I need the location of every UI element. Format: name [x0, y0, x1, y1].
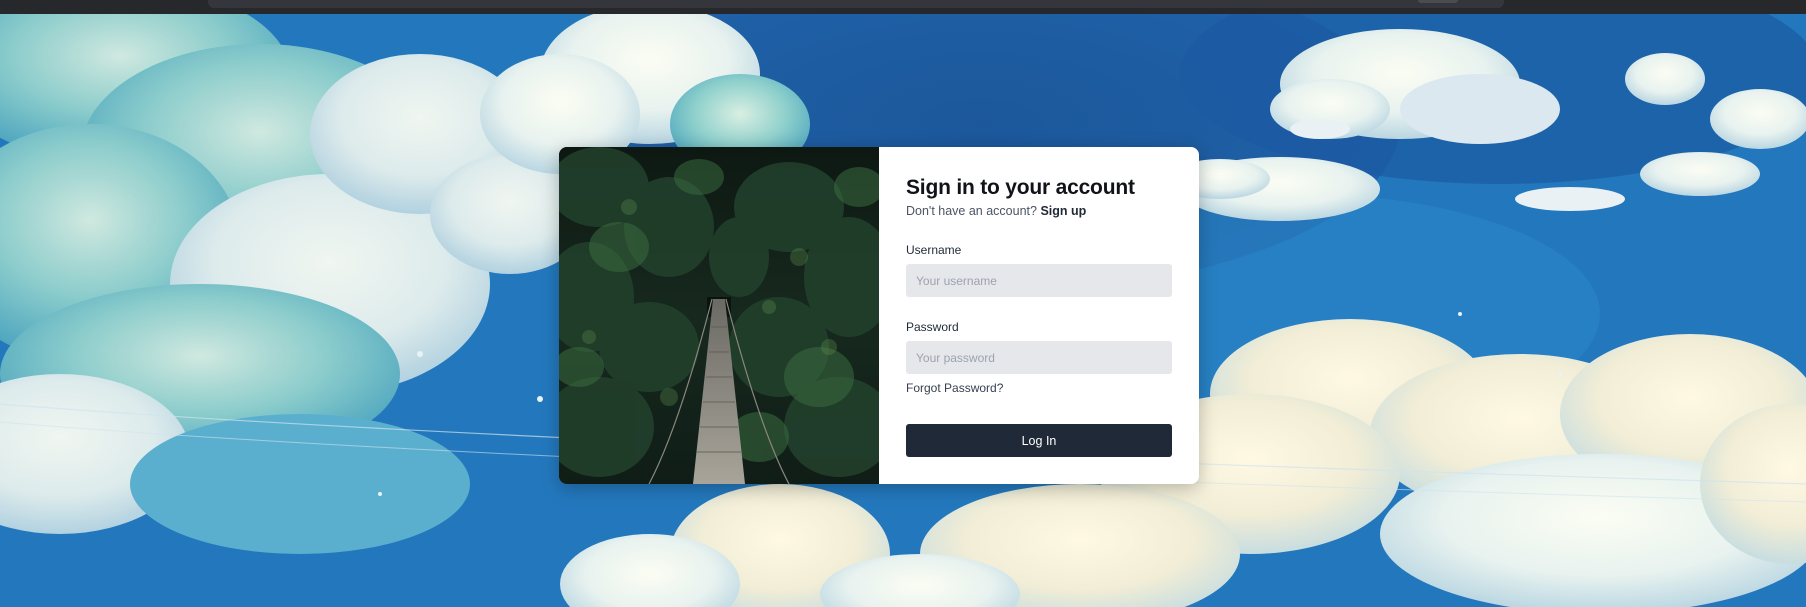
signup-prompt: Don't have an account? Sign up [906, 204, 1086, 218]
browser-tab-indicator [1418, 0, 1458, 3]
login-button[interactable]: Log In [906, 424, 1172, 457]
signup-prompt-text: Don't have an account? [906, 204, 1037, 218]
page-title: Sign in to your account [906, 176, 1135, 199]
browser-top-strip [0, 0, 1806, 14]
password-label: Password [906, 320, 959, 334]
forgot-password-link[interactable]: Forgot Password? [906, 381, 1003, 395]
signup-link[interactable]: Sign up [1040, 204, 1086, 218]
username-label: Username [906, 243, 962, 257]
forest-bridge-illustration [559, 147, 879, 484]
login-page: Sign in to your account Don't have an ac… [0, 0, 1806, 607]
password-input[interactable] [906, 341, 1172, 374]
username-input[interactable] [906, 264, 1172, 297]
login-card: Sign in to your account Don't have an ac… [559, 147, 1199, 484]
login-form: Sign in to your account Don't have an ac… [906, 147, 1172, 484]
browser-address-bar[interactable] [208, 0, 1504, 8]
forest-bridge-image [559, 147, 879, 484]
